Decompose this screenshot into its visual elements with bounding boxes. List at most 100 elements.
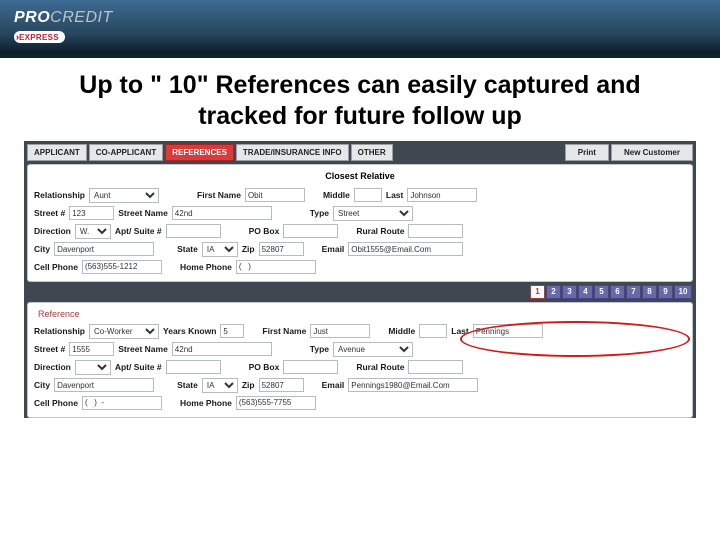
ref-years-input[interactable] (220, 324, 244, 338)
ref-label-fn: First Name (262, 326, 306, 336)
apt-input[interactable] (166, 224, 221, 238)
ref-label-relationship: Relationship (34, 326, 85, 336)
ref-apt-input[interactable] (166, 360, 221, 374)
app-window: APPLICANT CO-APPLICANT REFERENCES TRADE/… (24, 141, 696, 418)
ref-label-mid: Middle (388, 326, 415, 336)
ref-label-last: Last (451, 326, 468, 336)
ref-type-select[interactable]: Avenue (333, 342, 413, 357)
label-type: Type (310, 208, 329, 218)
label-middle: Middle (323, 190, 350, 200)
tab-co-applicant[interactable]: CO-APPLICANT (89, 144, 163, 161)
reference-pager: 1 2 3 4 5 6 7 8 9 10 (28, 285, 692, 299)
middle-input[interactable] (354, 188, 382, 202)
logo-pro: PRO (14, 9, 50, 26)
label-pobox: PO Box (249, 226, 280, 236)
page-6[interactable]: 6 (610, 285, 625, 299)
ref-zip-input[interactable] (259, 378, 304, 392)
label-state: State (177, 244, 198, 254)
ref-relationship-select[interactable]: Co-Worker (89, 324, 159, 339)
ref-label-home: Home Phone (180, 398, 232, 408)
label-street-no: Street # (34, 208, 65, 218)
ref-label-city: City (34, 380, 50, 390)
app-header: PROCREDIT ›››EXPRESS (0, 0, 720, 58)
ref-label-state: State (177, 380, 198, 390)
ref-home-input[interactable] (236, 396, 316, 410)
page-title: Up to " 10" References can easily captur… (0, 58, 720, 141)
ref-label-zip: Zip (242, 380, 255, 390)
tab-other[interactable]: OTHER (351, 144, 393, 161)
label-direction: Direction (34, 226, 71, 236)
closest-relative-title: Closest Relative (34, 169, 686, 185)
email-input[interactable] (348, 242, 463, 256)
street-name-input[interactable] (172, 206, 272, 220)
closest-relative-panel: Closest Relative Relationship Aunt First… (27, 164, 693, 282)
print-button[interactable]: Print (565, 144, 609, 161)
ref-state-select[interactable]: IA (202, 378, 238, 393)
ref-pobox-input[interactable] (283, 360, 338, 374)
ref-label-dir: Direction (34, 362, 71, 372)
reference-title: Reference (34, 307, 686, 321)
ref-streetnm-input[interactable] (172, 342, 272, 356)
ref-label-rural: Rural Route (356, 362, 404, 372)
tab-applicant[interactable]: APPLICANT (27, 144, 87, 161)
page-2[interactable]: 2 (546, 285, 561, 299)
ref-last-input[interactable] (473, 324, 543, 338)
label-city: City (34, 244, 50, 254)
ref-dir-select[interactable] (75, 360, 111, 375)
new-customer-button[interactable]: New Customer (611, 144, 693, 161)
label-street-name: Street Name (118, 208, 168, 218)
relationship-select[interactable]: Aunt (89, 188, 159, 203)
street-no-input[interactable] (69, 206, 114, 220)
ref-label-apt: Apt/ Suite # (115, 362, 162, 372)
page-3[interactable]: 3 (562, 285, 577, 299)
tab-bar: APPLICANT CO-APPLICANT REFERENCES TRADE/… (24, 141, 696, 161)
ref-label-streetnm: Street Name (118, 344, 168, 354)
ref-streetno-input[interactable] (69, 342, 114, 356)
page-4[interactable]: 4 (578, 285, 593, 299)
page-5[interactable]: 5 (594, 285, 609, 299)
label-relationship: Relationship (34, 190, 85, 200)
ref-fn-input[interactable] (310, 324, 370, 338)
ref-label-streetno: Street # (34, 344, 65, 354)
tab-trade[interactable]: TRADE/INSURANCE INFO (236, 144, 349, 161)
ref-rural-input[interactable] (408, 360, 463, 374)
ref-label-pobox: PO Box (249, 362, 280, 372)
label-last: Last (386, 190, 403, 200)
type-select[interactable]: Street (333, 206, 413, 221)
logo-credit: CREDIT (50, 9, 113, 26)
label-rural: Rural Route (356, 226, 404, 236)
label-cell: Cell Phone (34, 262, 78, 272)
label-email: Email (322, 244, 345, 254)
pobox-input[interactable] (283, 224, 338, 238)
city-input[interactable] (54, 242, 154, 256)
ref-label-years: Years Known (163, 326, 216, 336)
first-name-input[interactable] (245, 188, 305, 202)
brand-logo: PROCREDIT ›››EXPRESS (14, 9, 113, 45)
page-9[interactable]: 9 (658, 285, 673, 299)
zip-input[interactable] (259, 242, 304, 256)
last-input[interactable] (407, 188, 477, 202)
direction-select[interactable]: W. (75, 224, 111, 239)
ref-label-email: Email (322, 380, 345, 390)
page-8[interactable]: 8 (642, 285, 657, 299)
ref-label-cell: Cell Phone (34, 398, 78, 408)
home-input[interactable] (236, 260, 316, 274)
ref-cell-input[interactable] (82, 396, 162, 410)
ref-label-type: Type (310, 344, 329, 354)
label-zip: Zip (242, 244, 255, 254)
logo-sub: ›››EXPRESS (14, 31, 65, 43)
state-select[interactable]: IA (202, 242, 238, 257)
cell-input[interactable] (82, 260, 162, 274)
ref-mid-input[interactable] (419, 324, 447, 338)
ref-email-input[interactable] (348, 378, 478, 392)
tab-references[interactable]: REFERENCES (165, 144, 234, 161)
reference-panel: Reference Relationship Co-Worker Years K… (27, 302, 693, 418)
page-1[interactable]: 1 (530, 285, 545, 299)
label-first-name: First Name (197, 190, 241, 200)
page-10[interactable]: 10 (674, 285, 692, 299)
ref-city-input[interactable] (54, 378, 154, 392)
label-apt: Apt/ Suite # (115, 226, 162, 236)
rural-input[interactable] (408, 224, 463, 238)
label-home: Home Phone (180, 262, 232, 272)
page-7[interactable]: 7 (626, 285, 641, 299)
